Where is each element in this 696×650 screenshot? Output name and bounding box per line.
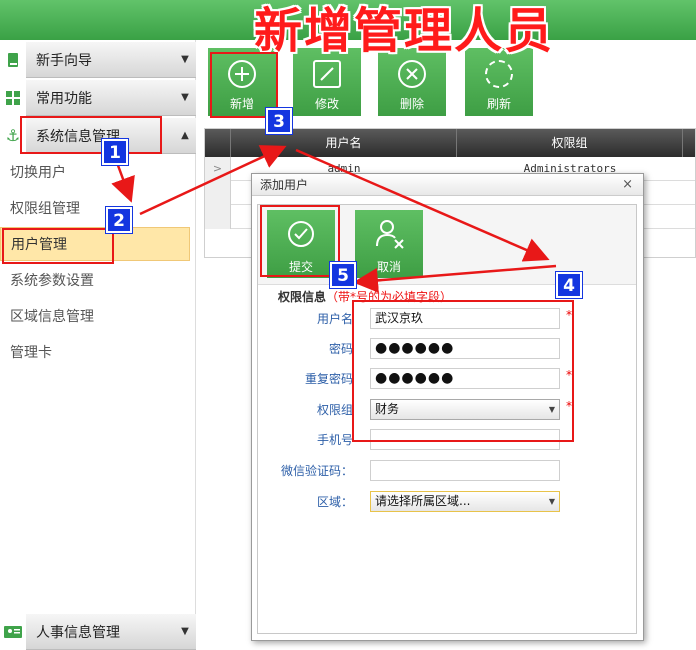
dialog-title: 添加用户: [260, 178, 309, 192]
step-badge-1: 1: [102, 139, 128, 165]
sidebar-group-label: 新手向导: [36, 52, 92, 69]
sidebar-group-label: 人事信息管理: [36, 624, 120, 641]
edit-icon: [313, 60, 341, 88]
password-label: 密码: [328, 342, 353, 356]
step-badge-5: 5: [330, 262, 356, 288]
chevron-down-icon: ▼: [181, 54, 189, 65]
wechat-code-label: 微信验证码：: [280, 464, 353, 478]
cancel-button[interactable]: 取消: [355, 210, 423, 278]
annotation-box-4: [352, 300, 574, 442]
delete-button-label: 删除: [399, 97, 424, 111]
grid-header-group[interactable]: 权限组: [457, 129, 683, 157]
step-badge-3: 3: [266, 108, 292, 134]
close-icon[interactable]: ×: [622, 174, 633, 196]
area-label: 区域：: [316, 495, 353, 509]
section-title-text: 权限信息: [278, 290, 327, 304]
step-badge-4: 4: [556, 272, 582, 298]
grid-icon: [0, 79, 26, 116]
book-icon: [0, 41, 26, 78]
group-label: 权限组: [316, 403, 353, 417]
annotation-box-5: [260, 205, 340, 277]
sidebar-group-guide[interactable]: 新手向导 ▼: [0, 41, 196, 78]
refresh-button-label: 刷新: [486, 97, 511, 111]
annotation-box-1: [20, 116, 162, 154]
row-selector: [205, 181, 231, 205]
sidebar-item-permission-groups[interactable]: 权限组管理: [0, 192, 190, 226]
row-pointer-icon: >: [205, 157, 231, 181]
area-select[interactable]: 请选择所属区域... ▼: [370, 491, 560, 512]
step-badge-2: 2: [106, 207, 132, 233]
area-select-value: 请选择所属区域...: [375, 494, 471, 508]
edit-button-label: 修改: [314, 97, 339, 111]
cancel-button-label: 取消: [376, 260, 401, 274]
sidebar-group-label: 常用功能: [36, 90, 92, 107]
grid-header-selector: [205, 129, 231, 157]
chevron-up-icon: ▲: [181, 130, 189, 141]
chevron-down-icon: ▼: [181, 626, 189, 637]
annotation-box-2: [2, 228, 114, 264]
form-row-wechat: 微信验证码：: [258, 460, 638, 484]
delete-circle-icon: [398, 60, 426, 88]
sidebar-group-hr[interactable]: 人事信息管理 ▼: [0, 613, 196, 650]
sidebar-item-switch-user[interactable]: 切换用户: [0, 156, 190, 190]
sidebar-item-area-info[interactable]: 区域信息管理: [0, 300, 190, 334]
username-label: 用户名: [316, 312, 353, 326]
dropdown-caret-icon: ▼: [548, 497, 555, 506]
sidebar-item-system-params[interactable]: 系统参数设置: [0, 264, 190, 298]
dialog-titlebar[interactable]: 添加用户 ×: [252, 174, 643, 196]
phone-label: 手机号: [316, 433, 353, 447]
sidebar-group-common[interactable]: 常用功能 ▼: [0, 79, 196, 116]
banner-title: 新增管理人员: [254, 3, 555, 59]
grid-header-username[interactable]: 用户名: [231, 129, 457, 157]
password-confirm-label: 重复密码: [304, 372, 353, 386]
row-selector: [205, 205, 231, 229]
wechat-code-field[interactable]: [370, 460, 560, 481]
sidebar-item-manage-card[interactable]: 管理卡: [0, 336, 190, 370]
chevron-down-icon: ▼: [181, 92, 189, 103]
user-remove-icon: [375, 218, 405, 253]
id-card-icon: [0, 613, 26, 650]
refresh-icon: [485, 60, 513, 88]
form-row-area: 区域： 请选择所属区域... ▼: [258, 491, 638, 515]
